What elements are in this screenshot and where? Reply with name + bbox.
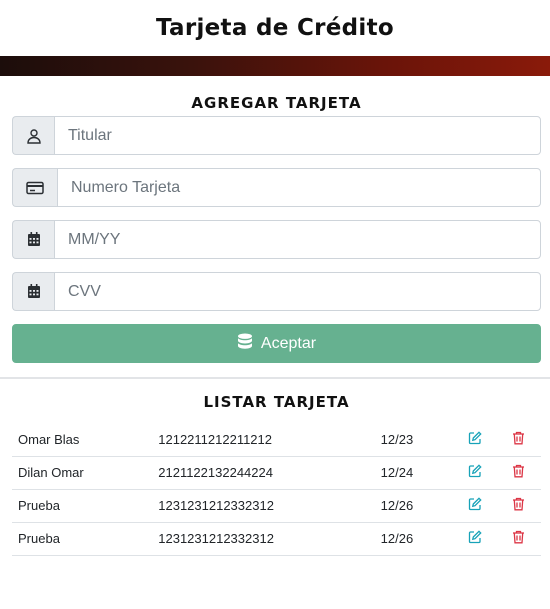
accept-button-label: Aceptar <box>260 334 317 352</box>
edit-cell <box>453 522 497 555</box>
add-card-title: AGREGAR TARJETA <box>191 94 362 112</box>
edit-cell <box>453 456 497 489</box>
cardholder-name: Dilan Omar <box>18 465 84 480</box>
accent-bar <box>0 56 550 76</box>
calendar-icon <box>12 272 54 311</box>
delete-cell <box>497 423 541 456</box>
cvv-group <box>12 272 541 311</box>
card-number: 1231231212332312 <box>158 498 274 513</box>
list-card-title: LISTAR TARJETA <box>203 393 350 411</box>
add-card-form: AGREGAR TARJETA Titular Numero Tarjeta M… <box>0 76 550 379</box>
titular-input[interactable] <box>54 116 541 155</box>
trash-icon[interactable] <box>512 464 525 478</box>
card-number-input[interactable] <box>57 168 541 207</box>
credit-card-icon <box>12 168 57 207</box>
card-number: 2121122132244224 <box>158 465 273 480</box>
expiry-group <box>12 220 541 259</box>
card-number: 1212211212211212 <box>158 431 272 447</box>
cvv-input[interactable] <box>54 272 541 311</box>
app-header: Tarjeta de Crédito <box>0 0 550 56</box>
card-list: LISTAR TARJETA Omar Blas 1212211212211212… <box>0 379 550 556</box>
table-row: Prueba 1231231212332312 12/26 <box>12 489 541 522</box>
delete-cell <box>497 456 541 489</box>
card-table: Omar Blas 1212211212211212 12/23 Dilan Omar… <box>12 423 541 556</box>
edit-icon[interactable] <box>468 530 482 544</box>
card-number-group <box>12 168 541 207</box>
table-row: Prueba 1231231212332312 12/26 <box>12 522 541 555</box>
card-expiry: 12/24 <box>380 465 414 480</box>
edit-icon[interactable] <box>468 431 482 445</box>
edit-icon[interactable] <box>468 464 482 478</box>
database-icon <box>237 333 253 355</box>
cardholder-name: Omar Blas <box>18 431 80 447</box>
card-number: 1231231212332312 <box>158 531 274 546</box>
expiry-input[interactable] <box>54 220 541 259</box>
page-title: Tarjeta de Crédito <box>155 15 395 41</box>
edit-cell <box>453 489 497 522</box>
accept-button[interactable]: Aceptar <box>12 324 541 363</box>
card-expiry: 12/26 <box>380 498 414 513</box>
user-icon <box>12 116 54 155</box>
delete-cell <box>497 489 541 522</box>
card-expiry: 12/23 <box>380 431 414 447</box>
table-row: Omar Blas 1212211212211212 12/23 <box>12 423 541 456</box>
card-expiry: 12/26 <box>380 531 414 546</box>
trash-icon[interactable] <box>512 530 525 544</box>
cardholder-name: Prueba <box>18 498 60 513</box>
titular-group <box>12 116 541 155</box>
edit-icon[interactable] <box>468 497 482 511</box>
trash-icon[interactable] <box>512 497 525 511</box>
calendar-icon <box>12 220 54 259</box>
edit-cell <box>453 423 497 456</box>
cardholder-name: Prueba <box>18 531 60 546</box>
delete-cell <box>497 522 541 555</box>
table-row: Dilan Omar 2121122132244224 12/24 <box>12 456 541 489</box>
trash-icon[interactable] <box>512 431 525 445</box>
